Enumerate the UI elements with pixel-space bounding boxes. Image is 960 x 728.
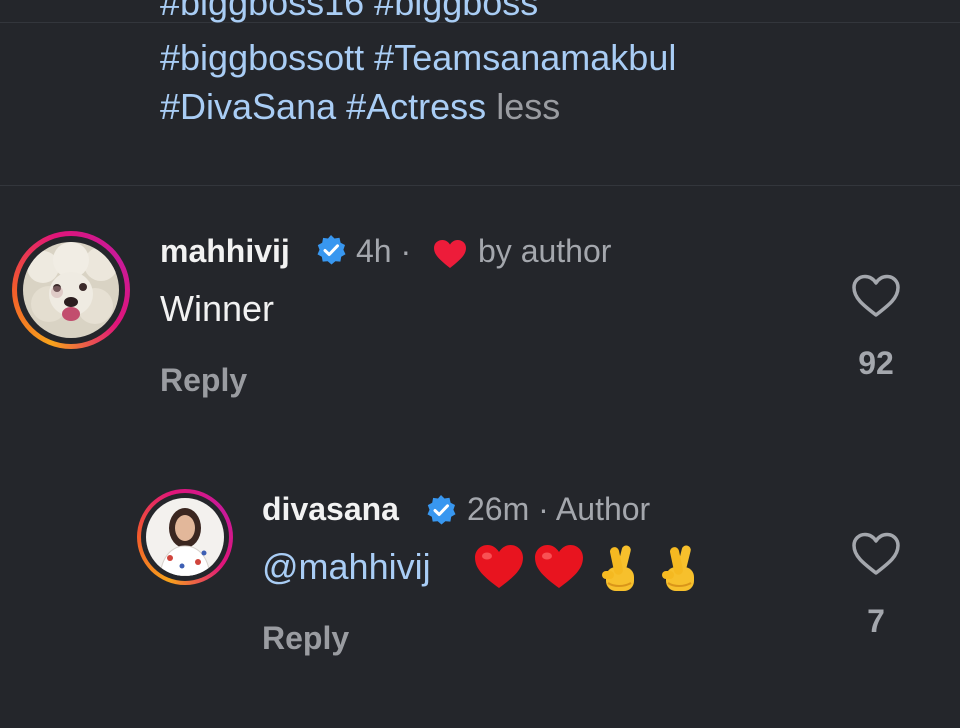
red-heart-icon [475, 545, 523, 588]
liked-by-author-label: by author [478, 233, 612, 269]
avatar[interactable] [137, 489, 233, 585]
show-less-link[interactable]: less [496, 86, 560, 127]
comment-timestamp: 4h · [356, 233, 412, 269]
post-caption: #biggboss16 #biggboss #biggbossott #Team… [160, 0, 940, 185]
caption-line-1: #biggbossott #Teamsanamakbul [160, 33, 676, 82]
hashtag-link[interactable]: #biggbossott [160, 37, 364, 78]
hashtag-link[interactable]: #Teamsanamakbul [374, 37, 676, 78]
crossed-fingers-icon [662, 545, 694, 591]
comment-text: Winner [160, 288, 275, 329]
red-heart-icon [535, 545, 583, 588]
avatar-image [146, 498, 224, 576]
like-count: 92 [858, 345, 894, 381]
hashtag-link[interactable]: #DivaSana [160, 86, 336, 127]
comment-timestamp: 26m · Author [467, 491, 651, 527]
verified-badge-icon [427, 495, 456, 525]
like-count: 7 [867, 603, 885, 639]
like-heart-icon[interactable] [851, 273, 901, 319]
reply-button[interactable]: Reply [160, 362, 247, 399]
reply-button[interactable]: Reply [262, 620, 349, 657]
comment-username[interactable]: divasana [262, 491, 399, 528]
hashtag-link[interactable]: #Actress [346, 86, 486, 127]
like-heart-icon[interactable] [851, 531, 901, 577]
caption-divider [0, 185, 960, 186]
caption-cut-line: #biggboss16 #biggboss [160, 0, 539, 23]
avatar[interactable] [12, 231, 130, 349]
author-liked-heart-icon [434, 240, 466, 268]
mention-link[interactable]: @mahhivij [262, 546, 431, 588]
caption-line-2: #DivaSana #Actress less [160, 82, 560, 131]
verified-badge-icon [317, 235, 346, 265]
crossed-fingers-icon [602, 545, 634, 591]
avatar-image [23, 242, 119, 338]
author-label: Author [555, 491, 651, 527]
comment-username[interactable]: mahhivij [160, 233, 290, 270]
